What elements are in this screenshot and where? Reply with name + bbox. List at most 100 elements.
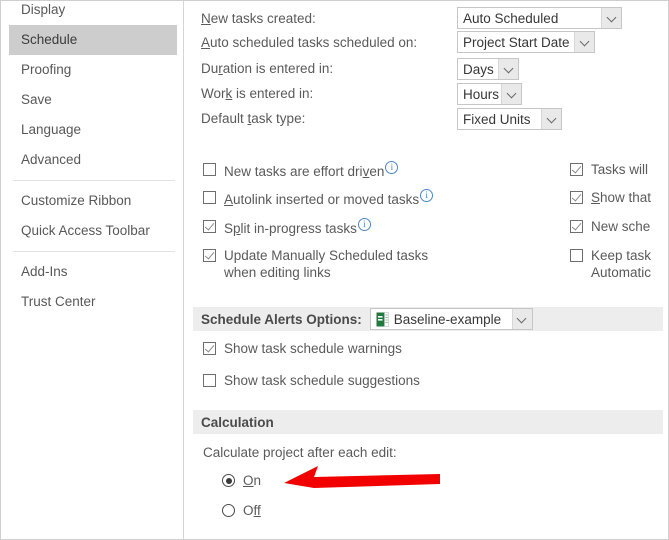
chevron-down-icon[interactable] [511, 309, 532, 329]
label-text: Wor [201, 86, 226, 101]
checkbox-box[interactable] [203, 374, 216, 387]
section-title: Calculation [201, 414, 274, 430]
checkbox-box[interactable] [570, 220, 583, 233]
radio-button[interactable] [222, 474, 235, 487]
checkbox-label: Tasks will [591, 162, 649, 177]
work-entered-in-dropdown[interactable]: Hours [457, 83, 522, 105]
label-text: how that [600, 190, 652, 205]
info-icon[interactable] [420, 187, 434, 204]
checkbox-show-task-schedule-suggestions[interactable]: Show task schedule suggestions [203, 372, 420, 389]
dropdown-value: Auto Scheduled [463, 10, 559, 26]
sidebar-item-label: Advanced [21, 152, 82, 167]
checkbox-label: Update Manually Scheduled tasks when edi… [224, 248, 429, 280]
project-options-dialog: Display Schedule Proofing Save Language … [0, 0, 669, 540]
new-tasks-created-dropdown[interactable]: Auto Scheduled [457, 7, 622, 29]
chevron-down-icon[interactable] [541, 109, 561, 129]
checkbox-show-task-schedule-warnings[interactable]: Show task schedule warnings [203, 340, 402, 357]
checkbox-box[interactable] [570, 249, 583, 262]
dropdown-value: Project Start Date [463, 34, 570, 50]
label-text: S [224, 221, 234, 236]
schedule-options-pane: New tasks created: Auto Scheduled Auto s… [184, 1, 668, 539]
checkbox-autolink-inserted-moved-tasks[interactable]: Autolink inserted or moved tasks [203, 187, 434, 208]
checkbox-tasks-will[interactable]: Tasks will [570, 161, 648, 178]
sidebar-item-label: Language [21, 122, 82, 137]
sidebar-item-trust-center[interactable]: Trust Center [9, 287, 177, 317]
checkbox-new-sche[interactable]: New sche [570, 218, 650, 235]
duration-entered-in-dropdown[interactable]: Days [457, 58, 519, 80]
default-task-type-label: Default task type: [201, 111, 305, 126]
label-text: Du [201, 61, 219, 76]
auto-scheduled-tasks-on-dropdown[interactable]: Project Start Date [457, 31, 595, 53]
default-task-type-dropdown[interactable]: Fixed Units [457, 108, 562, 130]
radio-button[interactable] [222, 504, 235, 517]
checkbox-box[interactable] [203, 163, 216, 176]
checkbox-label: Show task schedule warnings [224, 341, 402, 356]
checkbox-update-manually-scheduled-tasks[interactable]: Update Manually Scheduled tasks when edi… [203, 247, 464, 281]
sidebar-item-save[interactable]: Save [9, 85, 177, 115]
checkbox-label: Keep task Automatic [591, 248, 652, 280]
mnemonic: S [591, 190, 601, 205]
checkbox-box[interactable] [203, 191, 216, 204]
checkbox-box[interactable] [570, 163, 583, 176]
radio-label: On [243, 473, 261, 488]
mnemonic: A [224, 192, 234, 207]
sidebar-item-display[interactable]: Display [9, 1, 177, 25]
mnemonic: p [233, 221, 241, 236]
info-icon[interactable] [357, 216, 371, 233]
checkbox-label: New sche [591, 219, 651, 234]
radio-calculation-off[interactable]: Off [222, 503, 261, 518]
checkbox-box[interactable] [203, 249, 216, 262]
sidebar-separator [13, 180, 175, 181]
sidebar-item-label: Proofing [21, 62, 72, 77]
sidebar-item-label: Schedule [21, 32, 78, 47]
label-text: n [253, 473, 262, 488]
calculate-project-prompt: Calculate project after each edit: [203, 445, 397, 460]
mnemonic: A [201, 35, 211, 50]
sidebar-item-quick-access-toolbar[interactable]: Quick Access Toolbar [9, 216, 177, 246]
sidebar-item-advanced[interactable]: Advanced [9, 145, 177, 175]
options-category-sidebar: Display Schedule Proofing Save Language … [1, 1, 183, 539]
dropdown-value: Baseline-example [393, 311, 502, 327]
sidebar-item-schedule[interactable]: Schedule [9, 25, 177, 55]
sidebar-item-label: Trust Center [21, 294, 96, 309]
label-text: uto scheduled tasks scheduled on: [210, 35, 418, 50]
schedule-alerts-scope-dropdown[interactable]: Baseline-example [369, 308, 533, 330]
chevron-down-icon[interactable] [574, 32, 594, 52]
label-text: ask type: [251, 111, 306, 126]
sidebar-item-add-ins[interactable]: Add-Ins [9, 257, 177, 287]
mnemonic: O [243, 473, 254, 488]
radio-label: Off [243, 503, 261, 518]
duration-entered-in-label: Duration is entered in: [201, 61, 333, 76]
checkbox-box[interactable] [570, 191, 583, 204]
sidebar-item-customize-ribbon[interactable]: Customize Ribbon [9, 186, 177, 216]
checkbox-keep-task-automatic[interactable]: Keep task Automatic [570, 247, 668, 281]
checkbox-box[interactable] [203, 342, 216, 355]
label-text: Default [201, 111, 248, 126]
checkbox-new-tasks-effort-driven[interactable]: New tasks are effort driven [203, 159, 399, 180]
sidebar-item-language[interactable]: Language [9, 115, 177, 145]
checkbox-label: New tasks are effort driven [224, 159, 399, 180]
mnemonic: ff [253, 503, 261, 518]
checkbox-show-that[interactable]: Show that [570, 189, 651, 206]
new-tasks-created-label: New tasks created: [201, 11, 316, 26]
chevron-down-icon[interactable] [498, 59, 518, 79]
dropdown-value: Hours [463, 86, 500, 102]
checkbox-split-in-progress-tasks[interactable]: Split in-progress tasks [203, 216, 371, 237]
label-text: en [369, 164, 385, 179]
section-title: Schedule Alerts Options: [201, 311, 362, 327]
calculation-section-header: Calculation [193, 410, 663, 434]
sidebar-item-label: Customize Ribbon [21, 193, 132, 208]
project-file-icon [376, 311, 389, 327]
chevron-down-icon[interactable] [601, 8, 621, 28]
radio-calculation-on[interactable]: On [222, 473, 261, 488]
checkbox-label: Autolink inserted or moved tasks [224, 187, 434, 208]
mnemonic: N [201, 11, 211, 26]
info-icon[interactable] [385, 159, 399, 176]
chevron-down-icon[interactable] [501, 84, 521, 104]
auto-scheduled-tasks-on-label: Auto scheduled tasks scheduled on: [201, 35, 417, 50]
checkbox-box[interactable] [203, 220, 216, 233]
sidebar-item-label: Add-Ins [21, 264, 68, 279]
checkbox-label: Split in-progress tasks [224, 216, 371, 237]
sidebar-item-proofing[interactable]: Proofing [9, 55, 177, 85]
sidebar-item-label: Save [21, 92, 52, 107]
